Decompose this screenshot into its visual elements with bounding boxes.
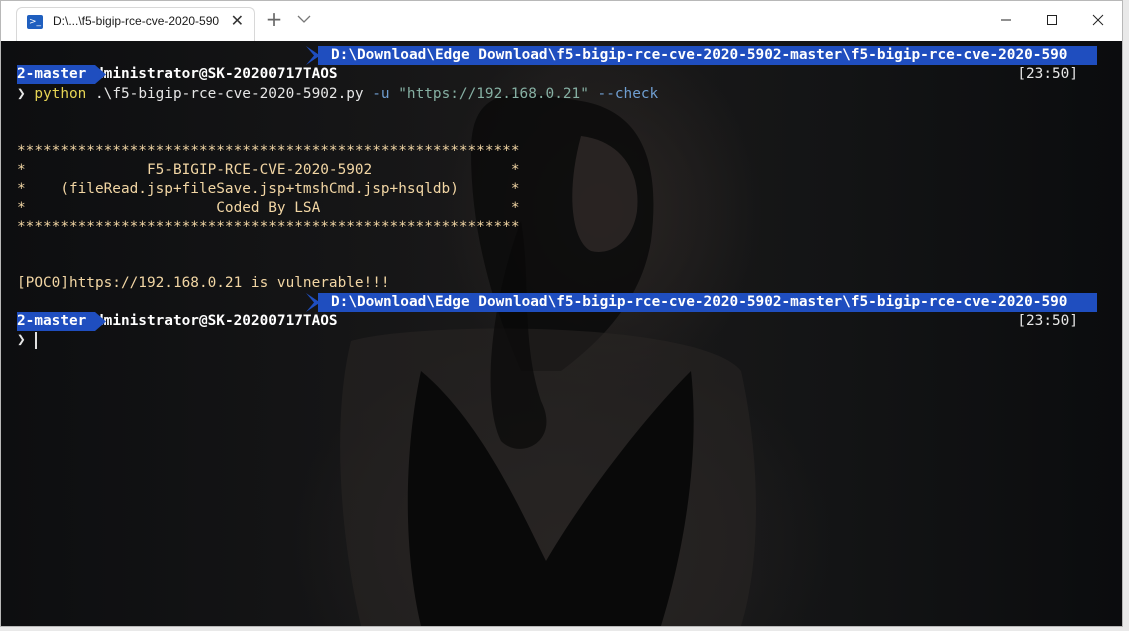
minimize-button[interactable]: [983, 1, 1029, 39]
prompt-user: Administrator@SK-20200717TAOS: [86, 66, 338, 82]
prompt-arrow-icon: [95, 65, 106, 84]
prompt-time: [23:50]: [1017, 313, 1078, 329]
prompt-time: [23:50]: [1017, 66, 1078, 82]
prompt-path-continued: 2-master: [17, 312, 95, 331]
prompt-arrow-icon: [95, 312, 106, 331]
close-icon: [1092, 14, 1104, 26]
terminal-area[interactable]: ⚡ Administrator@SK-20200717TAOS D:\Downl…: [1, 41, 1122, 626]
prompt-caret-icon: ❯: [17, 86, 26, 102]
result-line: [POC0]https://192.168.0.21 is vulnerable…: [17, 275, 390, 291]
banner-line: ****************************************…: [17, 143, 520, 159]
powershell-icon: >_: [27, 15, 43, 29]
close-button[interactable]: [1075, 1, 1121, 39]
prompt-user-line: ⚡ Administrator@SK-20200717TAOS: [17, 46, 338, 82]
prompt-user: Administrator@SK-20200717TAOS: [86, 313, 338, 329]
dropdown-button[interactable]: [297, 7, 317, 31]
maximize-icon: [1047, 15, 1057, 25]
prompt-path: D:\Download\Edge Download\f5-bigip-rce-c…: [318, 46, 1097, 65]
banner-line: ****************************************…: [17, 219, 520, 235]
prompt-caret-icon: ❯: [17, 332, 26, 348]
prompt-path: D:\Download\Edge Download\f5-bigip-rce-c…: [318, 293, 1097, 312]
maximize-button[interactable]: [1029, 1, 1075, 39]
input-line[interactable]: ❯: [17, 331, 26, 350]
prompt-user-line: ⚡ Administrator@SK-20200717TAOS: [17, 293, 338, 329]
prompt-path-continued: 2-master: [17, 65, 95, 84]
terminal-window: >_ D:\...\f5-bigip-rce-cve-2020-590 ✕ +: [0, 0, 1123, 627]
minimize-icon: [1001, 19, 1011, 21]
title-bar: >_ D:\...\f5-bigip-rce-cve-2020-590 ✕ +: [1, 1, 1122, 41]
banner-line: * (fileRead.jsp+fileSave.jsp+tmshCmd.jsp…: [17, 181, 520, 197]
text-cursor: [35, 332, 37, 349]
command-script: .\f5-bigip-rce-cve-2020-5902.py: [95, 86, 364, 102]
tab-title: D:\...\f5-bigip-rce-cve-2020-590: [53, 14, 220, 28]
command-exe: python: [34, 86, 87, 102]
close-tab-icon[interactable]: ✕: [231, 11, 244, 30]
new-tab-button[interactable]: +: [263, 7, 285, 31]
command-flag-u: -u: [372, 86, 390, 102]
banner-line: * F5-BIGIP-RCE-CVE-2020-5902 *: [17, 162, 520, 178]
tab-active[interactable]: >_ D:\...\f5-bigip-rce-cve-2020-590 ✕: [16, 7, 255, 41]
banner-line: * Coded By LSA *: [17, 200, 520, 216]
command-url: "https://192.168.0.21": [398, 86, 589, 102]
command-line: ❯ python .\f5-bigip-rce-cve-2020-5902.py…: [17, 85, 658, 104]
command-flag-check: --check: [597, 86, 659, 102]
chevron-down-icon: [297, 15, 311, 23]
background-image: [340, 93, 756, 626]
